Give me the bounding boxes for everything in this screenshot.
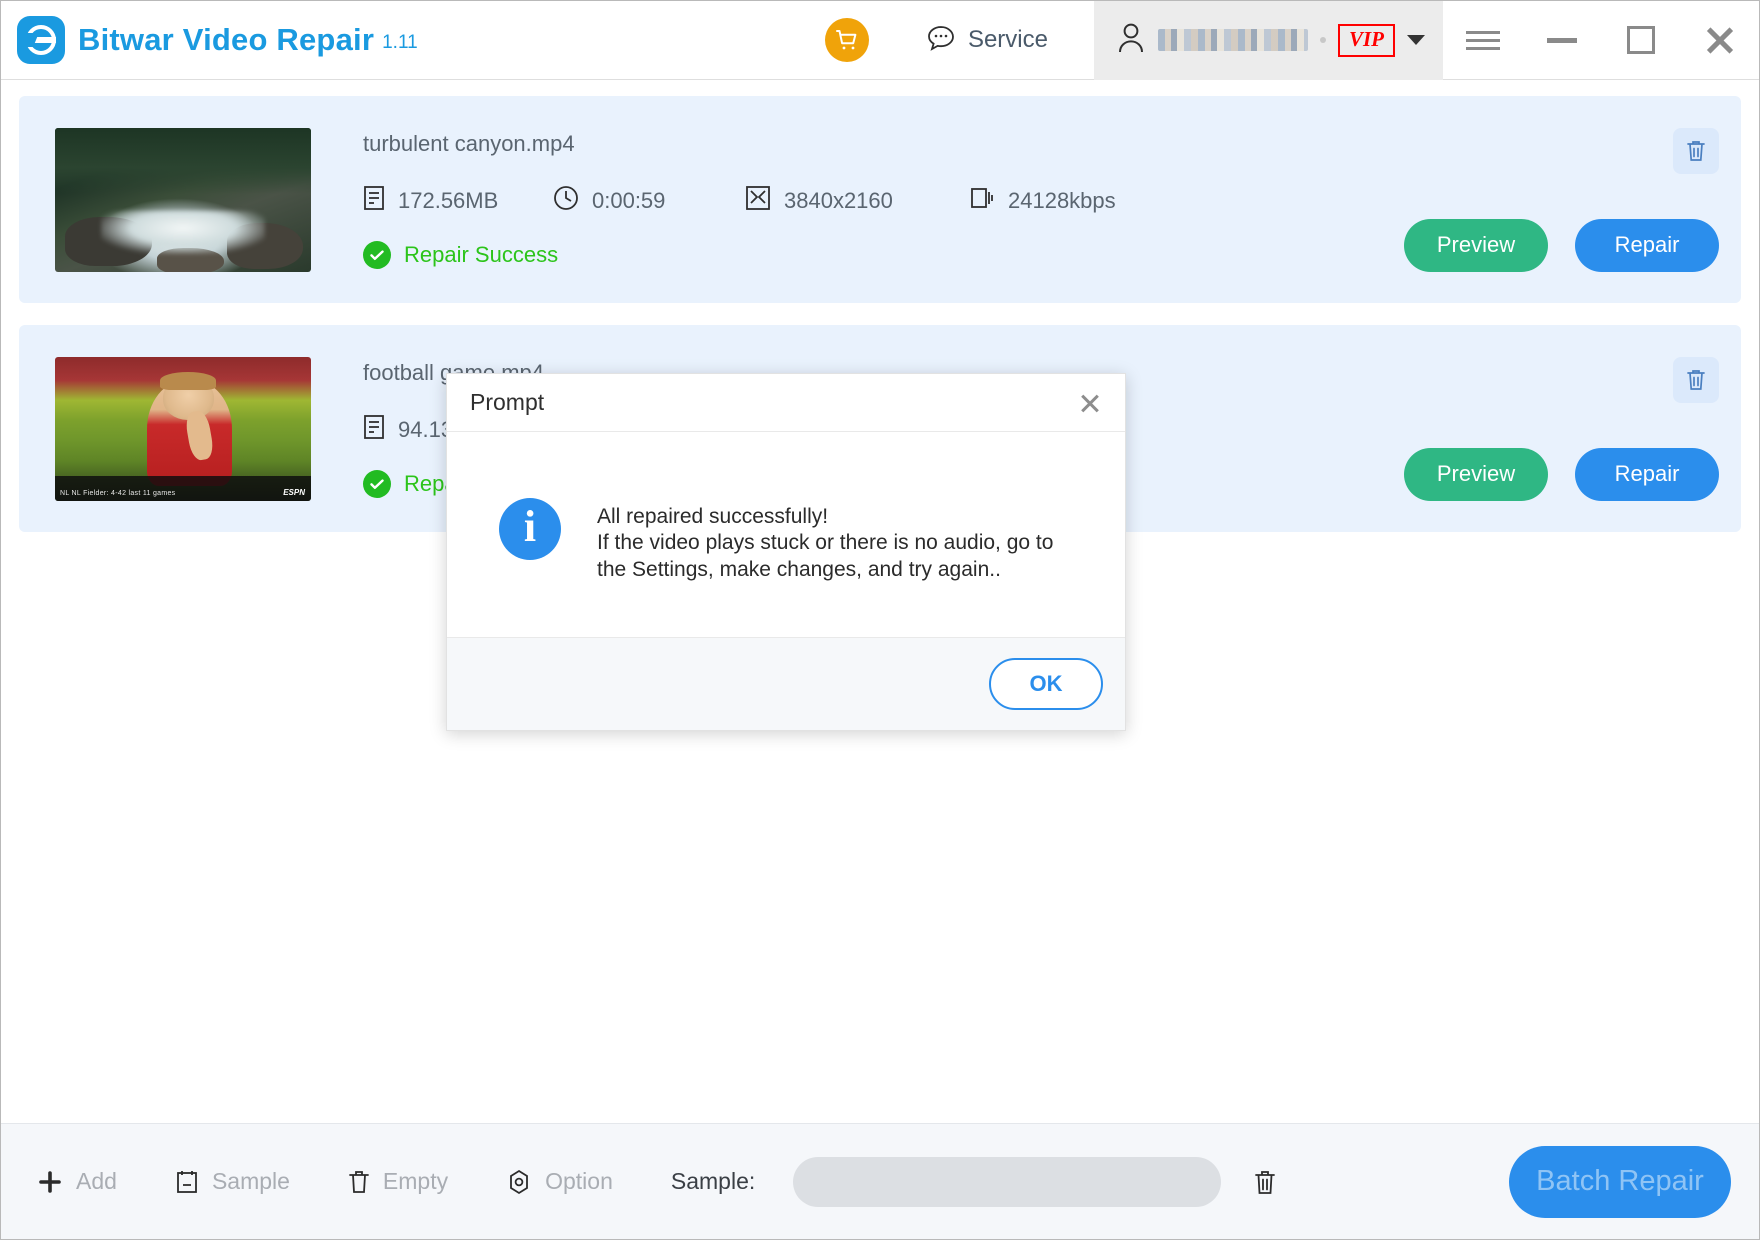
dialog-header: Prompt bbox=[447, 374, 1125, 432]
file-status-text: Repair Success bbox=[404, 241, 559, 267]
sample-field-label: Sample: bbox=[670, 1168, 756, 1194]
sample-label: Sample bbox=[211, 1168, 290, 1194]
file-duration-value: 0:00:59 bbox=[592, 187, 666, 213]
bitrate-icon bbox=[969, 185, 995, 217]
thumbnail-logo: ESPN bbox=[283, 487, 305, 497]
file-size-value: 172.56MB bbox=[398, 187, 499, 213]
file-actions: Preview Repair bbox=[1404, 356, 1719, 501]
dialog-message-line-2: If the video plays stuck or there is no … bbox=[597, 531, 1054, 555]
dialog-body: i All repaired successfully! If the vide… bbox=[447, 432, 1125, 637]
file-bitrate-value: 24128kbps bbox=[1008, 187, 1116, 213]
preview-button[interactable]: Preview bbox=[1404, 447, 1548, 501]
file-duration: 0:00:59 bbox=[553, 185, 745, 217]
clock-icon bbox=[553, 185, 579, 217]
add-button[interactable]: Add bbox=[37, 1168, 117, 1195]
sample-button[interactable]: Sample bbox=[175, 1168, 290, 1195]
minimize-icon[interactable] bbox=[1522, 1, 1601, 80]
maximize-icon[interactable] bbox=[1601, 1, 1680, 80]
trash-icon[interactable] bbox=[1673, 356, 1719, 403]
caret-down-icon[interactable] bbox=[1407, 35, 1425, 45]
repair-button[interactable]: Repair bbox=[1575, 218, 1719, 272]
application-window: Bitwar Video Repair 1.11 Service VIP tur… bbox=[0, 0, 1760, 1240]
service-button[interactable]: Service bbox=[925, 22, 1048, 59]
file-resolution-value: 3840x2160 bbox=[784, 187, 893, 213]
file-size-icon bbox=[363, 185, 385, 217]
account-name-dot bbox=[1319, 37, 1326, 43]
repair-button[interactable]: Repair bbox=[1575, 447, 1719, 501]
bottom-toolbar: Add Sample Empty Option Sample: Batch Re… bbox=[1, 1123, 1759, 1239]
account-name-masked bbox=[1157, 29, 1308, 51]
option-label: Option bbox=[545, 1168, 613, 1194]
canyon-river-thumbnail bbox=[55, 127, 311, 272]
sample-delete-icon[interactable] bbox=[1253, 1168, 1277, 1196]
batch-repair-button[interactable]: Batch Repair bbox=[1509, 1145, 1731, 1218]
plus-icon bbox=[37, 1169, 63, 1195]
hamburger-menu-icon[interactable] bbox=[1443, 1, 1522, 80]
file-bitrate: 24128kbps bbox=[969, 185, 1169, 217]
file-card[interactable]: turbulent canyon.mp4 172.56MB 0:00:59 38… bbox=[19, 96, 1741, 303]
vip-badge: VIP bbox=[1337, 23, 1395, 57]
football-player-thumbnail: NL NL Fielder: 4-42 last 11 games ESPN bbox=[55, 356, 311, 501]
empty-button[interactable]: Empty bbox=[348, 1168, 448, 1195]
add-label: Add bbox=[76, 1168, 117, 1194]
preview-button[interactable]: Preview bbox=[1404, 218, 1548, 272]
clipboard-icon bbox=[175, 1169, 199, 1195]
dialog-message: All repaired successfully! If the video … bbox=[597, 498, 1053, 583]
service-label: Service bbox=[967, 26, 1048, 53]
account-menu[interactable]: VIP bbox=[1093, 0, 1443, 80]
sample-input[interactable] bbox=[793, 1156, 1222, 1207]
empty-label: Empty bbox=[382, 1168, 449, 1194]
title-bar: Bitwar Video Repair 1.11 Service VIP bbox=[1, 0, 1759, 80]
file-status: Repair Success bbox=[363, 240, 1404, 269]
option-button[interactable]: Option bbox=[506, 1168, 613, 1195]
window-controls bbox=[1443, 1, 1759, 80]
file-info: turbulent canyon.mp4 172.56MB 0:00:59 38… bbox=[311, 131, 1404, 269]
file-size: 172.56MB bbox=[363, 185, 553, 217]
check-circle-icon bbox=[363, 469, 391, 498]
app-title: Bitwar Video Repair bbox=[78, 22, 375, 57]
file-meta-row: 172.56MB 0:00:59 3840x2160 24128kbps bbox=[363, 185, 1404, 217]
close-icon[interactable] bbox=[1680, 1, 1759, 80]
trash-icon bbox=[348, 1169, 370, 1195]
app-brand: Bitwar Video Repair 1.11 bbox=[1, 16, 418, 64]
user-avatar-icon bbox=[1116, 21, 1146, 60]
trash-icon[interactable] bbox=[1673, 127, 1719, 174]
thumbnail-caption: NL NL Fielder: 4-42 last 11 games bbox=[60, 489, 176, 497]
prompt-dialog: Prompt i All repaired successfully! If t… bbox=[446, 373, 1126, 731]
shopping-cart-icon[interactable] bbox=[824, 18, 869, 62]
dialog-footer: OK bbox=[447, 637, 1125, 730]
dialog-title: Prompt bbox=[470, 389, 545, 415]
close-icon[interactable] bbox=[1073, 386, 1107, 420]
resolution-icon bbox=[745, 185, 771, 217]
dialog-message-line-3: the Settings, make changes, and try agai… bbox=[597, 557, 1001, 581]
dialog-message-line-1: All repaired successfully! bbox=[597, 505, 829, 528]
file-buttons: Preview Repair bbox=[1404, 447, 1719, 501]
file-size-icon bbox=[363, 414, 385, 446]
info-circle-icon: i bbox=[499, 498, 561, 560]
file-size-value: 94.13 bbox=[398, 416, 454, 442]
bitwar-logo-icon bbox=[17, 16, 65, 64]
chat-bubble-icon bbox=[925, 22, 957, 59]
ok-button[interactable]: OK bbox=[989, 658, 1103, 710]
gear-icon bbox=[506, 1169, 532, 1195]
check-circle-icon bbox=[363, 240, 391, 269]
file-actions: Preview Repair bbox=[1404, 127, 1719, 272]
file-resolution: 3840x2160 bbox=[745, 185, 969, 217]
app-version: 1.11 bbox=[382, 32, 418, 53]
file-name: turbulent canyon.mp4 bbox=[363, 130, 575, 156]
file-buttons: Preview Repair bbox=[1404, 218, 1719, 272]
